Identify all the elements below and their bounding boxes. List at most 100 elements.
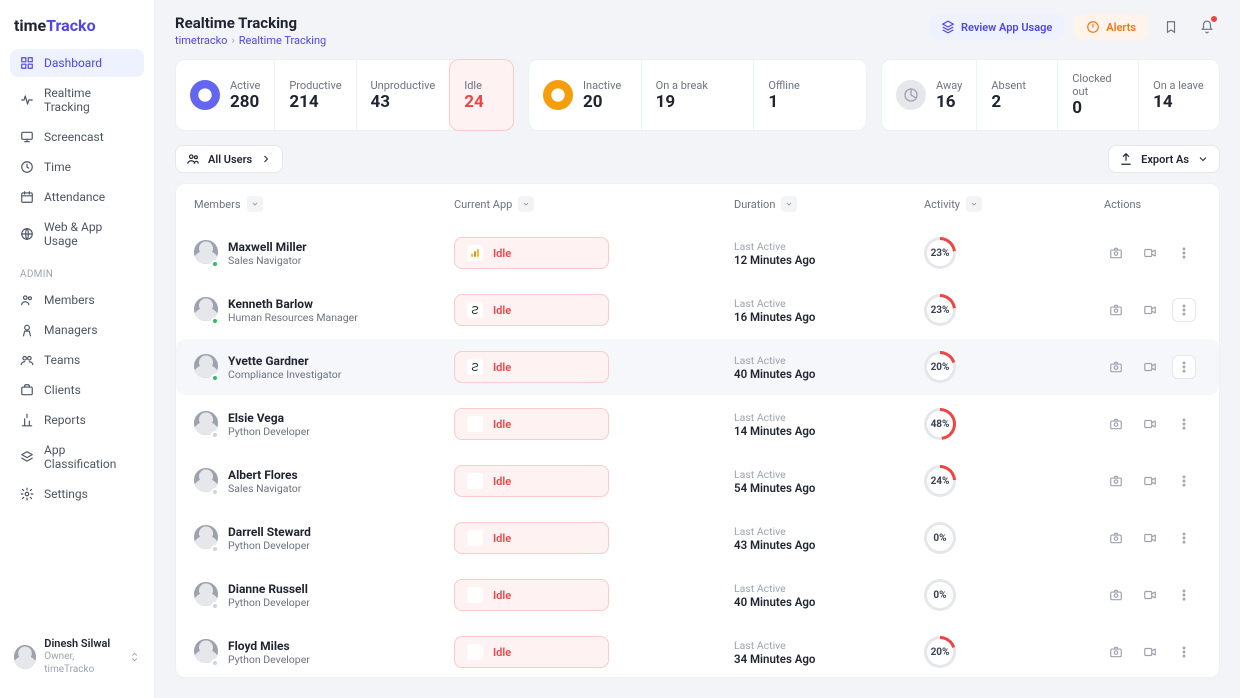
stat-on-a-break[interactable]: On a break19 (642, 60, 755, 130)
sort-members[interactable] (247, 196, 263, 212)
members-table: Members Current App Duration Activity Ac… (175, 183, 1220, 678)
more-actions-button[interactable] (1172, 469, 1196, 493)
camera-icon (1109, 417, 1123, 431)
screencast-button[interactable] (1138, 640, 1162, 664)
sidebar-item-attendance[interactable]: Attendance (10, 183, 144, 211)
table-row[interactable]: Albert FloresSales Navigator Idle Last A… (176, 452, 1219, 509)
app-status-pill[interactable]: Idle (454, 465, 609, 497)
screenshot-button[interactable] (1104, 412, 1128, 436)
video-icon (1143, 246, 1157, 260)
notifications-button[interactable] (1194, 14, 1220, 40)
more-actions-button[interactable] (1172, 583, 1196, 607)
app-status-label: Idle (493, 418, 511, 431)
screenshot-button[interactable] (1104, 355, 1128, 379)
screenshot-button[interactable] (1104, 640, 1128, 664)
sidebar-item-managers[interactable]: Managers (10, 316, 144, 344)
screencast-button[interactable] (1138, 355, 1162, 379)
screenshot-button[interactable] (1104, 298, 1128, 322)
sidebar-item-settings[interactable]: Settings (10, 480, 144, 508)
presence-indicator (211, 659, 219, 667)
stat-inactive[interactable]: Inactive20 (529, 60, 642, 130)
table-row[interactable]: Kenneth BarlowHuman Resources Manager Id… (176, 281, 1219, 338)
th-activity: Activity (924, 198, 960, 211)
app-status-pill[interactable]: Idle (454, 636, 609, 668)
duration-value: 43 Minutes Ago (734, 538, 924, 552)
more-actions-button[interactable] (1172, 355, 1196, 379)
stat-unproductive[interactable]: Unproductive43 (357, 60, 451, 130)
bookmark-icon (1164, 20, 1178, 34)
app-status-pill[interactable]: Idle (454, 522, 609, 554)
screenshot-button[interactable] (1104, 583, 1128, 607)
table-row[interactable]: Maxwell MillerSales Navigator Idle Last … (176, 224, 1219, 281)
table-row[interactable]: Floyd MilesPython Developer Idle Last Ac… (176, 623, 1219, 678)
more-actions-button[interactable] (1172, 526, 1196, 550)
alerts-button[interactable]: Alerts (1074, 14, 1148, 40)
table-row[interactable]: Yvette GardnerCompliance Investigator Id… (176, 338, 1219, 395)
all-users-filter[interactable]: All Users (175, 145, 283, 173)
screenshot-button[interactable] (1104, 469, 1128, 493)
sidebar-item-members[interactable]: Members (10, 286, 144, 314)
more-actions-button[interactable] (1172, 640, 1196, 664)
screenshot-button[interactable] (1104, 526, 1128, 550)
screenshot-button[interactable] (1104, 241, 1128, 265)
sidebar-item-screencast[interactable]: Screencast (10, 123, 144, 151)
camera-icon (1109, 246, 1123, 260)
dots-icon (1177, 645, 1191, 659)
page-title: Realtime Tracking (175, 14, 326, 32)
breadcrumb[interactable]: timetracko›Realtime Tracking (175, 34, 326, 47)
app-status-pill[interactable]: Idle (454, 237, 609, 269)
sort-duration[interactable] (781, 196, 797, 212)
screencast-button[interactable] (1138, 526, 1162, 550)
monitor-icon (20, 130, 34, 144)
nav-admin-label: ADMIN (10, 255, 144, 286)
stat-productive[interactable]: Productive214 (275, 60, 356, 130)
table-row[interactable]: Darrell StewardPython Developer Idle Las… (176, 509, 1219, 566)
screencast-button[interactable] (1138, 469, 1162, 493)
app-status-pill[interactable]: Idle (454, 579, 609, 611)
sidebar-item-app-classification[interactable]: App Classification (10, 436, 144, 478)
stat-away[interactable]: Away16 (882, 60, 977, 130)
app-status-pill[interactable]: Idle (454, 408, 609, 440)
video-icon (1143, 360, 1157, 374)
stat-clocked-out[interactable]: Clocked out0 (1058, 60, 1139, 130)
review-app-usage-button[interactable]: Review App Usage (929, 14, 1064, 40)
sidebar-item-web-app-usage[interactable]: Web & App Usage (10, 213, 144, 255)
export-button[interactable]: Export As (1108, 145, 1220, 173)
table-row[interactable]: Elsie VegaPython Developer Idle Last Act… (176, 395, 1219, 452)
stat-idle[interactable]: Idle24 (449, 59, 514, 131)
sidebar-item-clients[interactable]: Clients (10, 376, 144, 404)
bell-dot (1211, 16, 1217, 22)
sidebar-item-realtime-tracking[interactable]: Realtime Tracking (10, 79, 144, 121)
screencast-button[interactable] (1138, 298, 1162, 322)
bookmark-button[interactable] (1158, 14, 1184, 40)
sidebar-item-label: Dashboard (44, 56, 102, 70)
sort-app[interactable] (518, 196, 534, 212)
screencast-button[interactable] (1138, 412, 1162, 436)
member-role: Python Developer (228, 539, 311, 552)
app-status-pill[interactable]: Idle (454, 351, 609, 383)
stat-offline[interactable]: Offline1 (754, 60, 866, 130)
crumb-root[interactable]: timetracko (175, 34, 227, 47)
sidebar-user[interactable]: Dinesh Silwal Owner, timeTracko (10, 631, 144, 682)
more-actions-button[interactable] (1172, 241, 1196, 265)
screencast-button[interactable] (1138, 583, 1162, 607)
stat-absent[interactable]: Absent2 (977, 60, 1058, 130)
table-row[interactable]: Dianne RussellPython Developer Idle Last… (176, 566, 1219, 623)
screencast-button[interactable] (1138, 241, 1162, 265)
sort-activity[interactable] (966, 196, 982, 212)
sidebar-item-time[interactable]: Time (10, 153, 144, 181)
stat-on-a-leave[interactable]: On a leave14 (1139, 60, 1219, 130)
activity-cell: 20% (924, 351, 1104, 383)
sidebar-item-dashboard[interactable]: Dashboard (10, 49, 144, 77)
more-actions-button[interactable] (1172, 412, 1196, 436)
app-status-label: Idle (493, 589, 511, 602)
activity-ring: 0% (924, 522, 956, 554)
camera-icon (1109, 531, 1123, 545)
stat-active[interactable]: Active280 (176, 60, 275, 130)
sidebar-item-teams[interactable]: Teams (10, 346, 144, 374)
app-status-label: Idle (493, 304, 511, 317)
activity-pct: 0% (924, 522, 956, 554)
more-actions-button[interactable] (1172, 298, 1196, 322)
app-status-pill[interactable]: Idle (454, 294, 609, 326)
sidebar-item-reports[interactable]: Reports (10, 406, 144, 434)
